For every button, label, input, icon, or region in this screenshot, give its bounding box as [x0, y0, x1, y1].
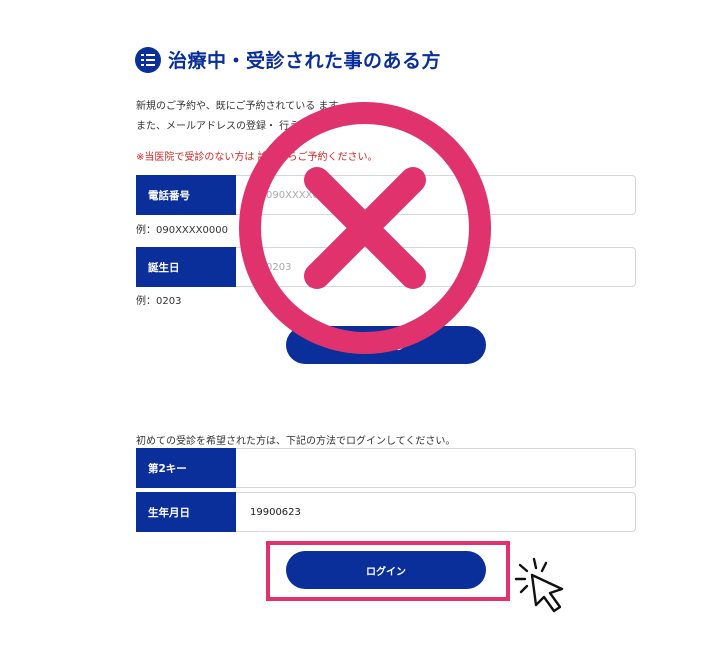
list-icon [135, 47, 161, 73]
dob-input[interactable]: 19900623 [236, 492, 636, 532]
phone-example: 例：090XXXX0000 [136, 225, 228, 236]
second-key-label: 第2キー [136, 448, 236, 488]
birthday-label: 誕生日 [136, 247, 236, 287]
login-button-new[interactable]: ログイン [286, 551, 486, 589]
first-visit-intro: 初めての受診を希望された方は、下記の方法でログインしてください。 [136, 436, 456, 447]
pointer-click-icon [514, 557, 564, 613]
second-key-input[interactable] [236, 448, 636, 488]
phone-label: 電話番号 [136, 175, 236, 215]
page-title: 治療中・受診された事のある方 [168, 50, 442, 72]
birthday-example: 例：0203 [136, 296, 182, 307]
prohibited-cross-icon [239, 102, 491, 354]
dob-label: 生年月日 [136, 492, 236, 532]
